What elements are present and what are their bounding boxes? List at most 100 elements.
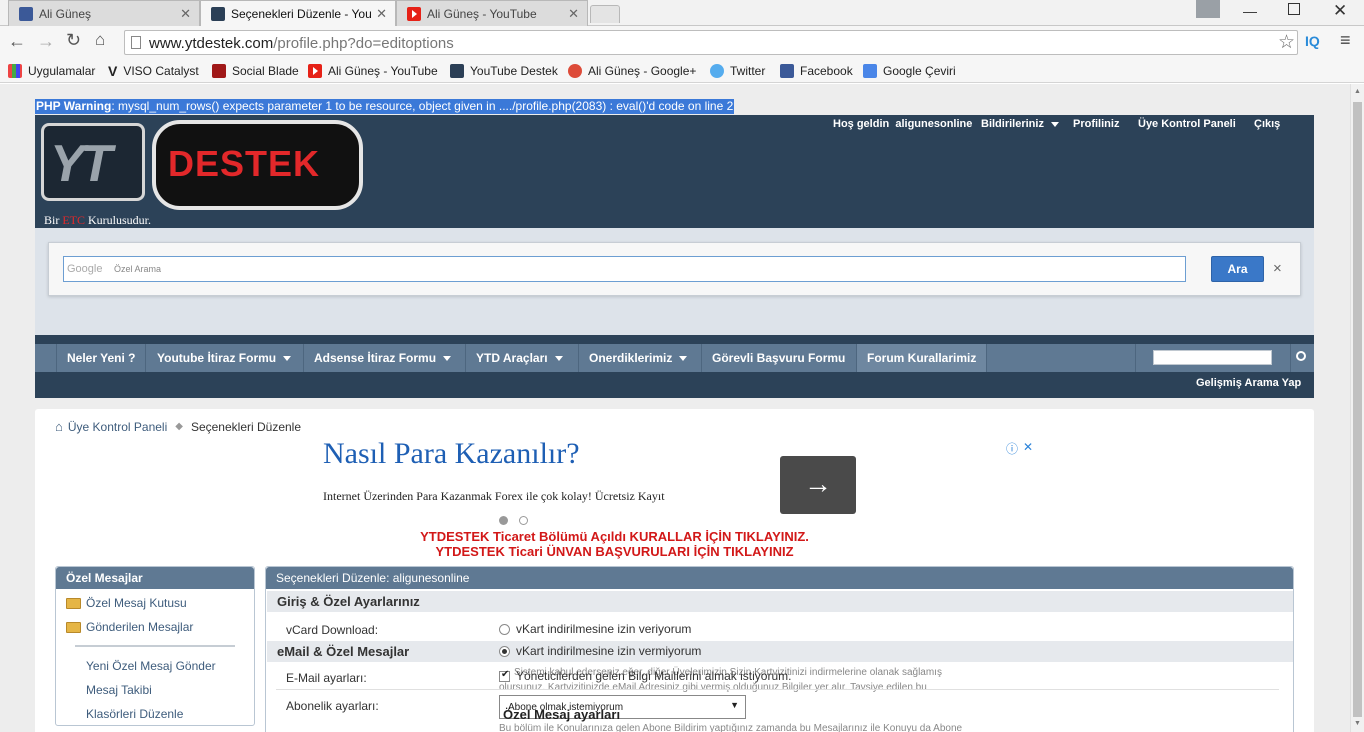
profile-link[interactable]: Profiliniz xyxy=(1073,118,1119,130)
bookmark-googleplus[interactable]: Ali Güneş - Google+ xyxy=(568,62,696,80)
youtube-icon xyxy=(407,6,421,21)
nav-search-area xyxy=(1135,344,1290,372)
scroll-up-icon[interactable]: ▲ xyxy=(1354,88,1361,95)
minimize-icon[interactable]: — xyxy=(1243,3,1257,19)
bookmark-socialblade[interactable]: Social Blade xyxy=(212,62,299,80)
breadcrumb-root[interactable]: Üye Kontrol Paneli xyxy=(68,420,167,434)
new-tab-button[interactable] xyxy=(590,5,620,23)
bookmark-twitter[interactable]: Twitter xyxy=(710,62,765,80)
bookmark-ytdestek[interactable]: YouTube Destek xyxy=(450,62,558,80)
row-divider xyxy=(276,689,1279,690)
tab-youtube[interactable]: Ali Güneş - YouTube ✕ xyxy=(396,0,588,26)
logo-yt[interactable]: YT xyxy=(41,123,145,201)
home-icon[interactable]: ⌂ xyxy=(95,30,105,50)
google-search-box: Google Özel Arama Ara × xyxy=(48,242,1301,296)
apps-grid-icon xyxy=(8,64,22,78)
home-icon[interactable]: ⌂ xyxy=(55,419,63,434)
vcard-allow-radio[interactable]: vKart indirilmesine izin veriyorum xyxy=(499,622,691,636)
extension-iq-icon[interactable]: IQ xyxy=(1305,33,1320,49)
search-input[interactable]: Google Özel Arama xyxy=(63,256,1186,282)
address-bar[interactable]: www.ytdestek.com/profile.php?do=editopti… xyxy=(124,30,1298,55)
ad-title[interactable]: Nasıl Para Kazanılır? xyxy=(323,437,580,471)
bookmark-yt-channel[interactable]: Ali Güneş - YouTube xyxy=(308,62,438,80)
sidebar-label: Özel Mesaj Kutusu xyxy=(86,596,187,610)
logout-link[interactable]: Çıkış xyxy=(1254,118,1280,130)
advanced-search-link[interactable]: Gelişmiş Arama Yap xyxy=(1196,377,1301,389)
bookmark-label: Facebook xyxy=(800,64,853,78)
clear-search-icon[interactable]: × xyxy=(1273,260,1282,277)
tagline-post: Kurulusudur. xyxy=(85,213,152,227)
vcard-deny-radio[interactable]: vKart indirilmesine izin vermiyorum xyxy=(499,644,701,658)
sidebar-folders[interactable]: Klasörleri Düzenle xyxy=(86,707,183,721)
notifications-link[interactable]: Bildirileriniz xyxy=(981,118,1059,130)
tab-title: Ali Güneş xyxy=(39,6,92,21)
back-icon[interactable]: ← xyxy=(8,31,26,52)
notice-trade-rules[interactable]: YTDESTEK Ticaret Bölümü Açıldı KURALLAR … xyxy=(35,529,1194,544)
radio-label: vKart indirilmesine izin vermiyorum xyxy=(516,644,702,658)
sidebar-label: Gönderilen Mesajlar xyxy=(86,620,194,634)
sidebar-track[interactable]: Mesaj Takibi xyxy=(86,683,152,697)
php-warning: PHP Warning: mysql_num_rows() expects pa… xyxy=(35,99,735,114)
nav-label: Adsense İtiraz Formu xyxy=(314,351,437,365)
ad-dot[interactable] xyxy=(519,516,528,525)
sidebar-new-pm[interactable]: Yeni Özel Mesaj Gönder xyxy=(86,659,216,673)
username-link[interactable]: aligunesonline xyxy=(895,118,972,130)
close-tab-icon[interactable]: ✕ xyxy=(568,6,579,22)
profile-avatar[interactable] xyxy=(1196,0,1220,18)
breadcrumb: ⌂ Üye Kontrol Paneli ◆ Seçenekleri Düzen… xyxy=(55,419,301,434)
restore-icon[interactable] xyxy=(1288,3,1300,15)
nav-ytd-tools[interactable]: YTD Araçları xyxy=(466,344,579,372)
ytdestek-icon xyxy=(211,6,225,21)
bookmark-viso[interactable]: V VISO Catalyst xyxy=(108,62,199,80)
site-header: YT DESTEK Bir ETC Kurulusudur. Hoş geldi… xyxy=(35,115,1314,228)
sidebar-sent[interactable]: Gönderilen Mesajlar xyxy=(66,620,193,634)
url-text: www.ytdestek.com/profile.php?do=editopti… xyxy=(149,35,454,52)
bookmark-star-icon[interactable]: ☆ xyxy=(1278,31,1295,54)
ad-text[interactable]: Internet Üzerinden Para Kazanmak Forex i… xyxy=(323,489,665,504)
ad-info-icon[interactable]: ⓘ xyxy=(1006,440,1018,457)
nav-adsense-appeal[interactable]: Adsense İtiraz Formu xyxy=(304,344,466,372)
reload-icon[interactable]: ↻ xyxy=(66,30,81,51)
warning-prefix: PHP Warning xyxy=(36,99,112,113)
logo-destek[interactable]: DESTEK xyxy=(152,120,363,210)
close-window-icon[interactable]: ✕ xyxy=(1333,1,1347,21)
page-scrollbar[interactable]: ▲ ▼ xyxy=(1350,84,1364,732)
ad-close-icon[interactable]: ✕ xyxy=(1023,440,1033,454)
ad-arrow-button[interactable]: → xyxy=(780,456,856,514)
nav-staff-application[interactable]: Görevli Başvuru Formu xyxy=(702,344,857,372)
admin-email-checkbox[interactable]: ✔ Yöneticilerden gelen Bilgi Maillerini a… xyxy=(499,669,791,683)
bookmark-label: Ali Güneş - Google+ xyxy=(588,64,697,78)
googleplus-icon xyxy=(568,64,582,78)
facebook-icon xyxy=(19,6,33,21)
search-button[interactable]: Ara xyxy=(1211,256,1264,282)
url-domain: www.ytdestek.com xyxy=(149,35,274,52)
menu-icon[interactable]: ≡ xyxy=(1340,30,1351,51)
notice-trade-application[interactable]: YTDESTEK Ticari ÜNVAN BAŞVURULARI İÇİN T… xyxy=(35,544,1194,559)
scrollbar-thumb[interactable] xyxy=(1353,102,1362,717)
close-tab-icon[interactable]: ✕ xyxy=(180,6,191,22)
bookmark-facebook[interactable]: Facebook xyxy=(780,62,853,80)
ad-dot-active[interactable] xyxy=(499,516,508,525)
section-email: eMail & Özel Mesajlar xyxy=(267,641,1293,662)
sidebar-inbox[interactable]: Özel Mesaj Kutusu xyxy=(66,596,187,610)
nav-whats-new[interactable]: Neler Yeni ? xyxy=(57,344,146,372)
section-login: Giriş & Özel Ayarlarınız xyxy=(267,591,1293,612)
chevron-down-icon xyxy=(554,356,563,362)
nav-youtube-appeal[interactable]: Youtube İtiraz Formu xyxy=(147,344,304,372)
checkbox-icon: ✔ xyxy=(499,669,510,683)
nav-recommendations[interactable]: Onerdiklerimiz xyxy=(579,344,702,372)
main-navbar: Neler Yeni ? Youtube İtiraz Formu Adsens… xyxy=(35,335,1314,398)
forward-icon[interactable]: → xyxy=(37,31,55,52)
usercp-link[interactable]: Üye Kontrol Paneli xyxy=(1138,118,1236,130)
close-tab-icon[interactable]: ✕ xyxy=(376,6,387,22)
bookmark-translate[interactable]: Google Çeviri xyxy=(863,62,956,80)
tab-facebook[interactable]: Ali Güneş ✕ xyxy=(8,0,200,26)
scroll-down-icon[interactable]: ▼ xyxy=(1354,720,1361,727)
tab-ytdestek[interactable]: Seçenekleri Düzenle - You ✕ xyxy=(200,0,396,26)
quick-search-button[interactable] xyxy=(1290,344,1314,372)
tagline-pre: Bir xyxy=(44,213,63,227)
twitter-icon xyxy=(710,64,724,78)
bookmark-apps[interactable]: Uygulamalar xyxy=(8,62,95,80)
quick-search-input[interactable] xyxy=(1153,350,1272,365)
nav-forum-rules[interactable]: Forum Kurallarimiz xyxy=(857,344,987,372)
